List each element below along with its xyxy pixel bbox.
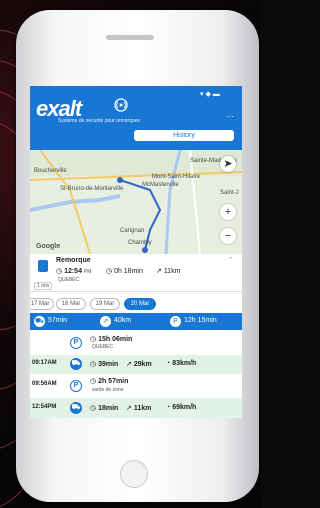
map-label: Boucherville: [34, 168, 67, 174]
card-time: 12:54: [64, 268, 82, 275]
clock-icon: ◷: [90, 361, 99, 368]
map-label: Saint-J: [220, 190, 239, 196]
summary-distance: 40km: [114, 317, 132, 324]
card-location: QUEBEC: [58, 277, 80, 283]
event-row-zone[interactable]: 09:56AM P ◷ 2h 57min sortie de zone: [30, 375, 242, 397]
clock-icon: ◷: [56, 268, 65, 275]
parking-icon: P: [70, 337, 82, 349]
parking-icon: P: [70, 380, 82, 392]
trailer-card[interactable]: Remorque ◷ 12:54 PM ◷ 0h 18min ↗ 11km QU…: [30, 254, 242, 292]
google-attribution: Google: [36, 243, 61, 250]
card-time-suffix: PM: [83, 269, 92, 275]
parking-icon: P: [170, 316, 181, 327]
zoom-out-button[interactable]: −: [220, 228, 236, 244]
event-duration: 2h 57min: [98, 378, 129, 385]
date-selector: 17 Mar 18 Mar 19 Mar 20 Mar: [30, 296, 242, 312]
zoom-in-button[interactable]: +: [220, 204, 236, 220]
trailer-icon: [38, 260, 48, 272]
date-chip[interactable]: 17 Mar: [30, 298, 54, 310]
app-tagline: Système de sécurité pour remorques: [58, 118, 140, 124]
event-distance: 29km: [133, 361, 152, 368]
map-view[interactable]: Boucherville St-Bruno-de-Montarville Mon…: [30, 150, 242, 254]
event-duration: 39min: [98, 361, 119, 368]
map-label: Chambly: [128, 240, 152, 246]
date-chip[interactable]: 18 Mar: [56, 298, 86, 310]
more-icon[interactable]: …: [226, 110, 234, 119]
map-label: McMasterville: [142, 182, 179, 188]
event-row-drive-2[interactable]: 12:54PM ⛟ ◷ 18min ↗ 11km ◔ 69km/h: [30, 398, 242, 418]
phone-speaker: [106, 35, 154, 40]
history-button[interactable]: History: [134, 130, 234, 141]
event-time: 09:17AM: [32, 360, 57, 366]
clock-icon: ◷: [90, 405, 99, 412]
signal-icon: [114, 98, 128, 112]
event-place: QUEBEC: [92, 344, 114, 350]
clock-icon: ◷: [90, 336, 99, 343]
collapse-icon[interactable]: ⌃: [228, 256, 234, 264]
event-distance: 11km: [133, 405, 152, 412]
app-header: ▾ ◆ ▬ exalt Système de sécurité pour rem…: [30, 86, 242, 150]
event-speed: 83km/h: [172, 360, 197, 367]
event-row-parking[interactable]: P ◷ 15h 06min QUEBEC: [30, 332, 242, 354]
drive-icon: ⛟: [70, 358, 82, 370]
event-row-drive[interactable]: 09:17AM ⛟ ◷ 39min ↗ 29km ◔ 83km/h: [30, 355, 242, 374]
map-canvas: [30, 150, 242, 254]
summary-drive: 57min: [48, 317, 68, 324]
day-summary: ⛟ 57min ↗ 40km P 12h 15min: [30, 313, 242, 330]
drive-icon: ⛟: [70, 402, 82, 414]
clock-icon: ◷: [90, 378, 99, 385]
card-title: Remorque: [56, 257, 91, 264]
date-chip[interactable]: 19 Mar: [90, 298, 120, 310]
event-note: sortie de zone: [92, 387, 124, 393]
map-label: Carignan: [120, 228, 145, 234]
event-speed: 69km/h: [172, 404, 197, 411]
route-icon: ↗: [126, 405, 134, 412]
event-duration: 15h 06min: [98, 336, 133, 343]
card-duration: 0h 18min: [114, 268, 143, 275]
distance-icon: ↗: [100, 316, 111, 327]
route-icon: ↗: [126, 361, 134, 368]
map-label: St-Bruno-de-Montarville: [60, 186, 124, 192]
drive-icon: ⛟: [34, 316, 45, 327]
home-button[interactable]: [120, 460, 148, 488]
event-duration: 18min: [98, 405, 119, 412]
locate-icon[interactable]: ➤: [220, 156, 236, 172]
card-badge: 1 min: [34, 282, 53, 290]
route-icon: ↗: [156, 268, 164, 275]
event-time: 12:54PM: [32, 404, 57, 410]
event-time: 09:56AM: [32, 381, 57, 387]
summary-parking: 12h 15min: [184, 317, 217, 324]
status-bar: ▾ ◆ ▬: [200, 91, 220, 98]
timer-icon: ◷: [106, 268, 115, 275]
app-screen: ▾ ◆ ▬ exalt Système de sécurité pour rem…: [30, 86, 242, 404]
date-chip-selected[interactable]: 20 Mar: [124, 298, 156, 310]
card-distance: 11km: [163, 268, 181, 275]
map-label: Mont-Saint-Hilaire: [152, 174, 201, 180]
